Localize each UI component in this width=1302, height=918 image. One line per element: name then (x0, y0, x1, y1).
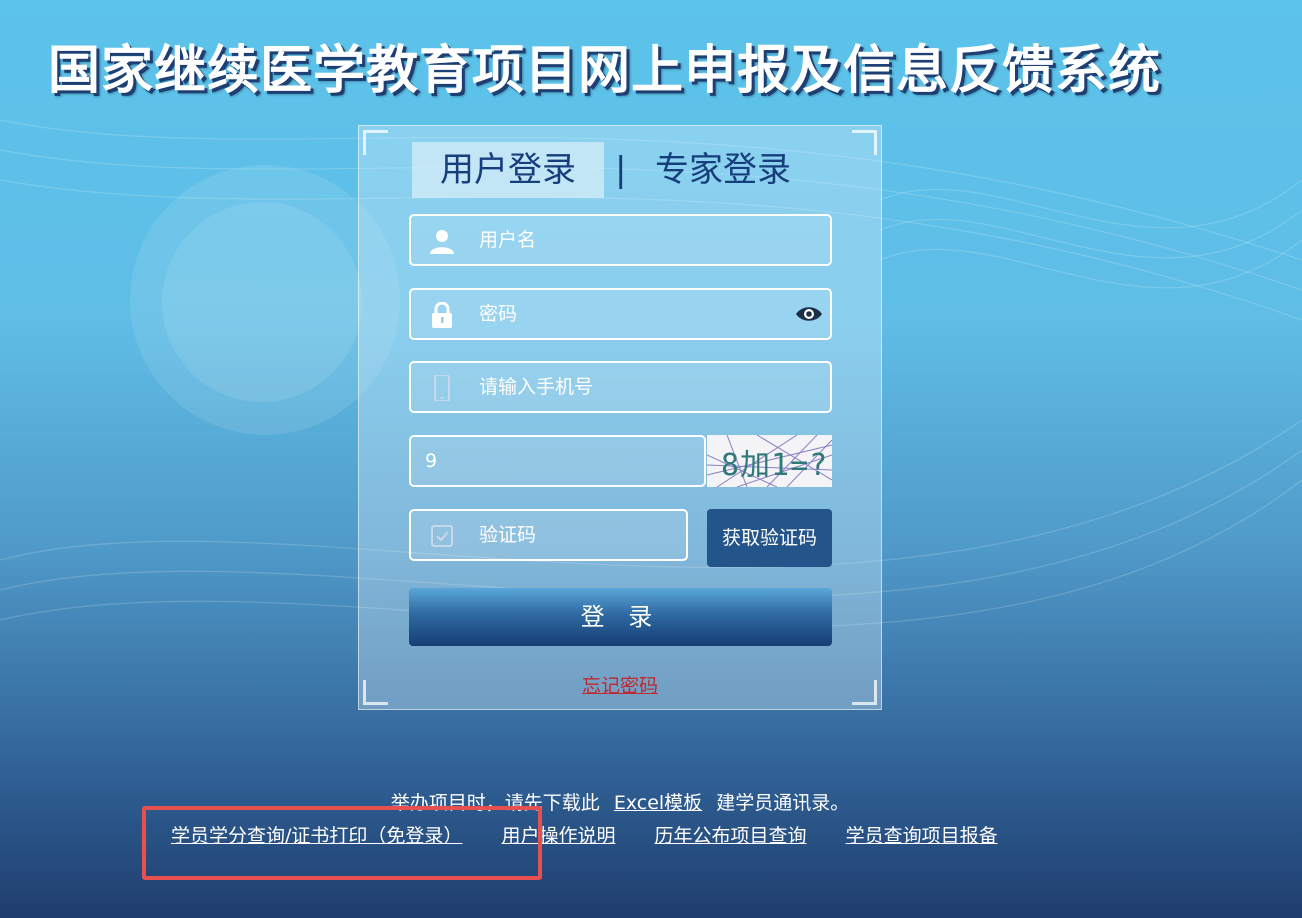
phone-field[interactable]: 请输入手机号 (409, 361, 832, 413)
student-project-filing-link[interactable]: 学员查询项目报备 (846, 825, 998, 847)
sms-code-placeholder: 验证码 (479, 524, 537, 546)
past-projects-link[interactable]: 历年公布项目查询 (655, 825, 807, 847)
panel-corner (852, 130, 877, 155)
username-field[interactable]: 用户名 (409, 214, 832, 266)
tab-separator: | (615, 150, 627, 190)
user-icon (430, 230, 454, 254)
phone-placeholder: 请输入手机号 (479, 376, 594, 398)
eye-icon[interactable] (794, 301, 824, 327)
forgot-password-link[interactable]: 忘记密码 (582, 675, 658, 697)
captcha-input[interactable]: 9 (409, 435, 706, 487)
tab-user-login[interactable]: 用户登录 (412, 142, 604, 198)
captcha-text: 8加1=? (721, 448, 829, 483)
tab-expert-login[interactable]: 专家登录 (655, 142, 791, 198)
captcha-value: 9 (425, 450, 438, 472)
forgot-password-row: 忘记密码 (359, 671, 881, 698)
sms-code-field[interactable]: 验证码 (409, 509, 688, 561)
login-button[interactable]: 登 录 (409, 588, 832, 646)
get-code-button[interactable]: 获取验证码 (707, 509, 832, 567)
username-placeholder: 用户名 (479, 229, 537, 251)
footer-links: 学员学分查询/证书打印（免登录） 用户操作说明 历年公布项目查询 学员查询项目报… (171, 821, 1031, 848)
lock-icon (432, 302, 452, 328)
captcha-image[interactable]: 8加1=? (707, 435, 832, 487)
note-suffix: 建学员通讯录。 (716, 792, 850, 814)
page-title: 国家继续医学教育项目网上申报及信息反馈系统 (48, 41, 1162, 101)
login-panel: 用户登录 | 专家登录 用户名 密码 请输入手机号 9 8加1=? 验证码 获取… (358, 125, 882, 710)
checkbox-icon (431, 525, 453, 547)
template-note: 举办项目时，请先下载此 Excel模板 建学员通讯录。 (0, 788, 1240, 815)
note-prefix: 举办项目时，请先下载此 (390, 792, 600, 814)
panel-corner (363, 130, 388, 155)
phone-icon (434, 375, 450, 401)
credit-query-link[interactable]: 学员学分查询/证书打印（免登录） (171, 825, 462, 847)
password-placeholder: 密码 (479, 303, 518, 325)
excel-template-link[interactable]: Excel模板 (614, 792, 702, 814)
user-guide-link[interactable]: 用户操作说明 (501, 825, 615, 847)
password-field[interactable]: 密码 (409, 288, 832, 340)
